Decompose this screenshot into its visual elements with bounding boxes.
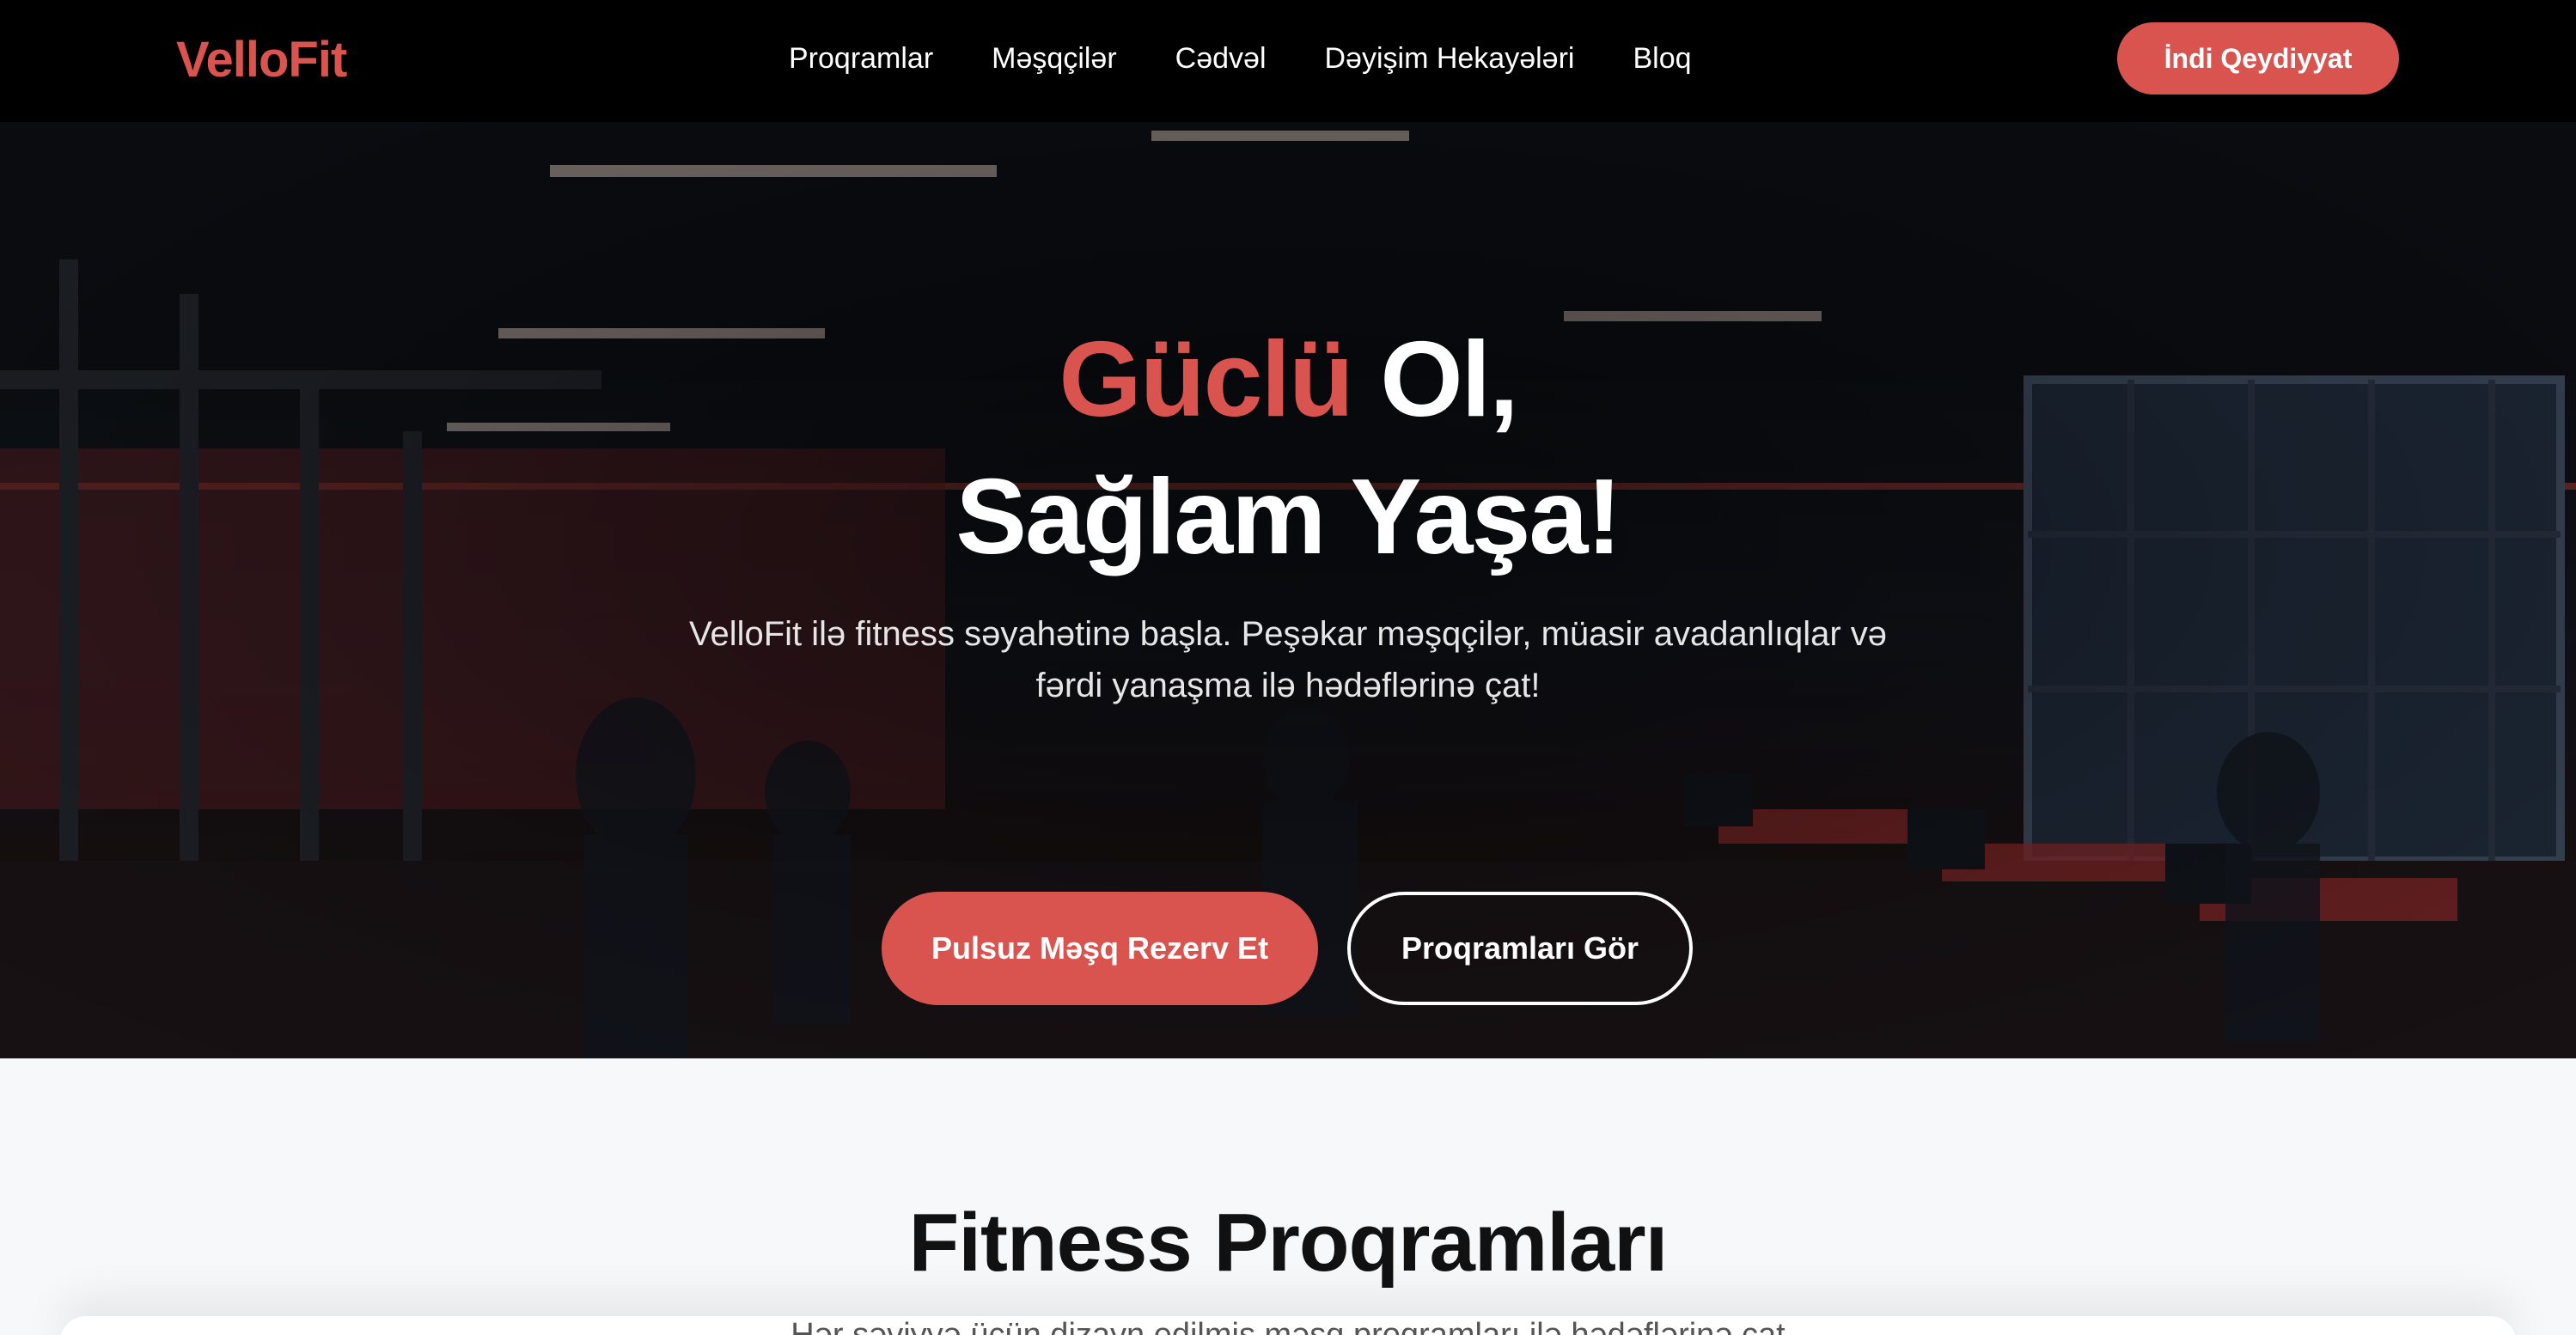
hero-section: Güclü Ol, Sağlam Yaşa! VelloFit ilə fitn… <box>0 122 2576 1058</box>
hero-title-line1: Ol, <box>1352 320 1518 439</box>
hero-subtitle: VelloFit ilə fitness səyahətinə başla. P… <box>688 615 1888 704</box>
nav-link-programs[interactable]: Proqramlar <box>789 38 933 79</box>
hero-title-accent: Güclü <box>1059 320 1353 439</box>
book-free-workout-button[interactable]: Pulsuz Məşq Rezerv Et <box>882 892 1318 1005</box>
navbar: VelloFit Proqramlar Məşqçilər Cədvəl Dəy… <box>0 0 2576 122</box>
programs-subtitle: Hər səviyyə üçün dizayn edilmiş məşq pro… <box>791 1317 1785 1335</box>
register-button[interactable]: İndi Qeydiyyat <box>2117 22 2399 94</box>
hero-title: Güclü Ol, Sağlam Yaşa! <box>0 311 2576 586</box>
hero-title-line2: Sağlam Yaşa! <box>955 458 1621 576</box>
main-nav: Proqramlar Məşqçilər Cədvəl Dəyişim Heka… <box>789 38 1692 79</box>
brand-logo[interactable]: VelloFit <box>176 31 347 89</box>
view-programs-button[interactable]: Proqramları Gör <box>1347 892 1693 1005</box>
nav-link-trainers[interactable]: Məşqçilər <box>992 38 1116 79</box>
nav-link-stories[interactable]: Dəyişim Hekayələri <box>1325 38 1575 79</box>
programs-title: Fitness Proqramları <box>908 1197 1669 1289</box>
nav-link-blog[interactable]: Bloq <box>1633 38 1691 79</box>
programs-section: Fitness Proqramları Hər səviyyə üçün diz… <box>0 1058 2576 1335</box>
nav-link-schedule[interactable]: Cədvəl <box>1175 38 1267 79</box>
